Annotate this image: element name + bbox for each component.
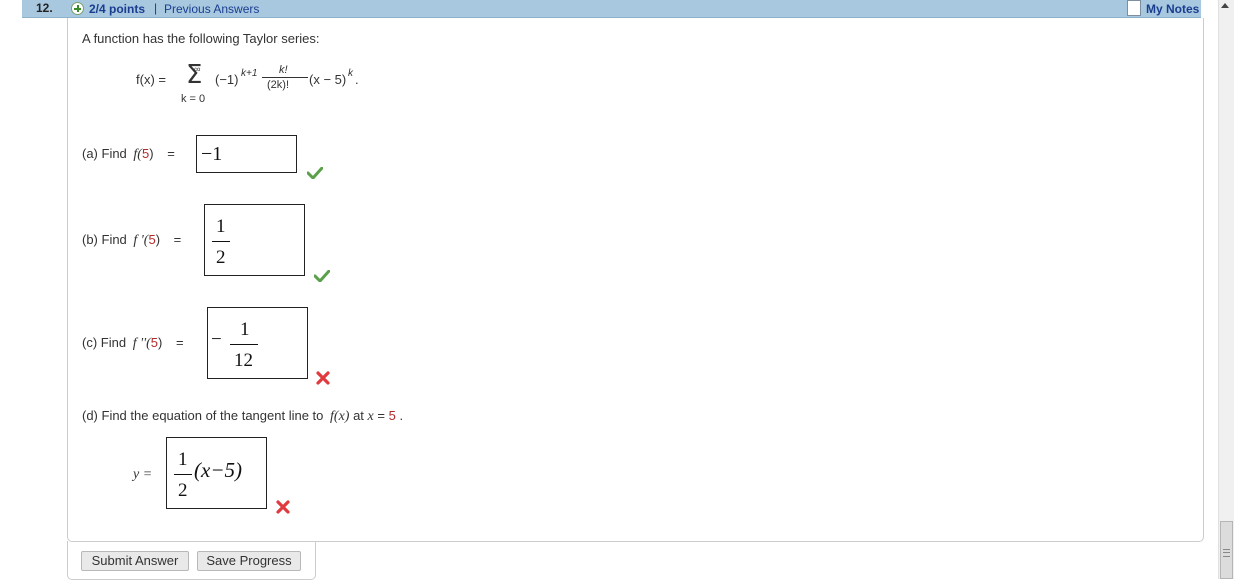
part-d-lhs: y = xyxy=(133,467,153,482)
part-a-func: f( xyxy=(133,147,142,162)
part-c-prefix: (c) Find xyxy=(82,335,127,350)
sign-term: (−1) xyxy=(215,72,239,87)
vertical-scrollbar[interactable] xyxy=(1218,0,1234,579)
part-b-fraction-bar xyxy=(212,241,230,242)
part-d-eq: = xyxy=(377,408,385,423)
previous-answers-link[interactable]: Previous Answers xyxy=(164,2,259,16)
question-header: 12. 2/4 points | Previous Answers My Not… xyxy=(22,0,1201,18)
part-d-answer-denominator: 2 xyxy=(178,480,188,501)
part-a-prefix: (a) Find xyxy=(82,146,127,161)
my-notes-link[interactable]: My Notes xyxy=(1146,2,1199,16)
check-icon xyxy=(314,270,330,282)
formula-lhs: f(x) = xyxy=(136,72,166,87)
part-c-fraction-bar xyxy=(230,344,258,345)
x-icon xyxy=(316,371,330,385)
part-c-answer-denominator: 12 xyxy=(234,350,253,371)
part-c-func: f ''( xyxy=(132,336,151,351)
coef-fraction-bar xyxy=(262,77,308,78)
scroll-up-arrow-icon[interactable] xyxy=(1221,3,1229,8)
coef-numerator: k! xyxy=(279,64,288,76)
part-c-prompt: (c) Find f ''(5) = xyxy=(82,335,184,352)
part-d-period: . xyxy=(399,408,404,423)
part-b-func: f '( xyxy=(133,233,149,248)
check-icon xyxy=(307,167,323,179)
part-a-answer: −1 xyxy=(201,143,223,165)
taylor-series-formula: f(x) = ∞ Σ k = 0 (−1) k+1 k! (2k)! (x − … xyxy=(136,60,376,110)
part-a-close: ) xyxy=(149,146,154,161)
part-c-answer-numerator: 1 xyxy=(240,319,250,340)
coef-denominator: (2k)! xyxy=(267,79,289,91)
part-b-prefix: (b) Find xyxy=(82,232,127,247)
question-number: 12. xyxy=(36,1,53,15)
submit-answer-button[interactable]: Submit Answer xyxy=(81,551,189,571)
points-label: 2/4 points xyxy=(89,2,146,16)
part-d-answer-numerator: 1 xyxy=(178,449,188,470)
part-c-arg: 5 xyxy=(150,335,158,350)
part-d-at: at xyxy=(353,408,364,423)
part-b-answer-numerator: 1 xyxy=(216,216,226,237)
part-d-prompt: (d) Find the equation of the tangent lin… xyxy=(82,408,403,425)
part-d-answer-tail: (x−5) xyxy=(194,458,242,482)
part-c-close: ) xyxy=(157,335,163,350)
formula-end: . xyxy=(355,72,359,87)
x-icon xyxy=(276,500,290,514)
part-b-prompt: (b) Find f '(5) = xyxy=(82,232,181,249)
part-c-answer-sign: − xyxy=(211,329,222,350)
part-d-var: x xyxy=(367,409,374,424)
part-b-arg: 5 xyxy=(148,232,156,247)
part-b-answer-denominator: 2 xyxy=(216,247,226,268)
part-a-prompt: (a) Find f(5) = xyxy=(82,146,175,163)
part-d-value: 5 xyxy=(388,408,396,423)
header-separator: | xyxy=(154,1,158,15)
sign-exponent: k+1 xyxy=(241,68,258,79)
part-d-fraction-bar xyxy=(174,474,192,475)
part-d-prefix: (d) Find the equation of the tangent lin… xyxy=(82,408,324,423)
sum-lower-limit: k = 0 xyxy=(181,93,206,105)
power-exponent: k xyxy=(348,68,353,79)
part-b-close: ) xyxy=(155,232,161,247)
notes-icon[interactable] xyxy=(1127,0,1141,16)
power-base: (x − 5) xyxy=(309,72,347,87)
part-d-answer-box[interactable]: 1 2 (x−5) xyxy=(166,437,267,509)
part-b-answer-box[interactable]: 1 2 xyxy=(204,204,305,276)
question-intro: A function has the following Taylor seri… xyxy=(82,31,320,46)
save-progress-button[interactable]: Save Progress xyxy=(197,551,301,571)
part-c-equals: = xyxy=(175,335,184,350)
part-c-answer-box[interactable]: − 1 12 xyxy=(207,307,308,379)
sigma-symbol: Σ xyxy=(186,60,203,90)
part-d-func: f(x) xyxy=(330,409,350,424)
part-a-answer-box[interactable]: −1 xyxy=(196,135,297,173)
part-b-equals: = xyxy=(173,232,182,247)
plus-icon[interactable] xyxy=(71,2,84,15)
scrollbar-grip-icon xyxy=(1223,549,1230,557)
part-a-equals: = xyxy=(167,146,175,161)
